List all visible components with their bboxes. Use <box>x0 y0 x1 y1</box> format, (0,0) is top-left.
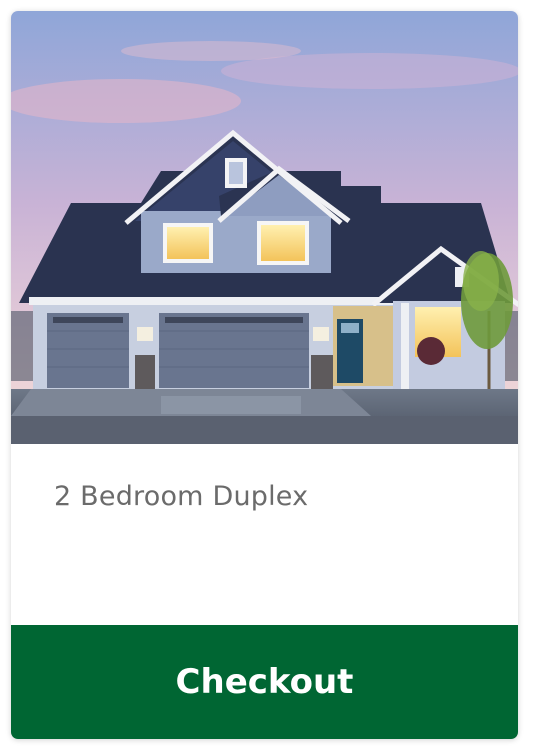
house-photo <box>11 11 518 444</box>
checkout-button[interactable]: Checkout <box>11 625 518 739</box>
product-title: 2 Bedroom Duplex <box>54 481 309 512</box>
product-card: 2 Bedroom Duplex Checkout <box>11 11 518 739</box>
